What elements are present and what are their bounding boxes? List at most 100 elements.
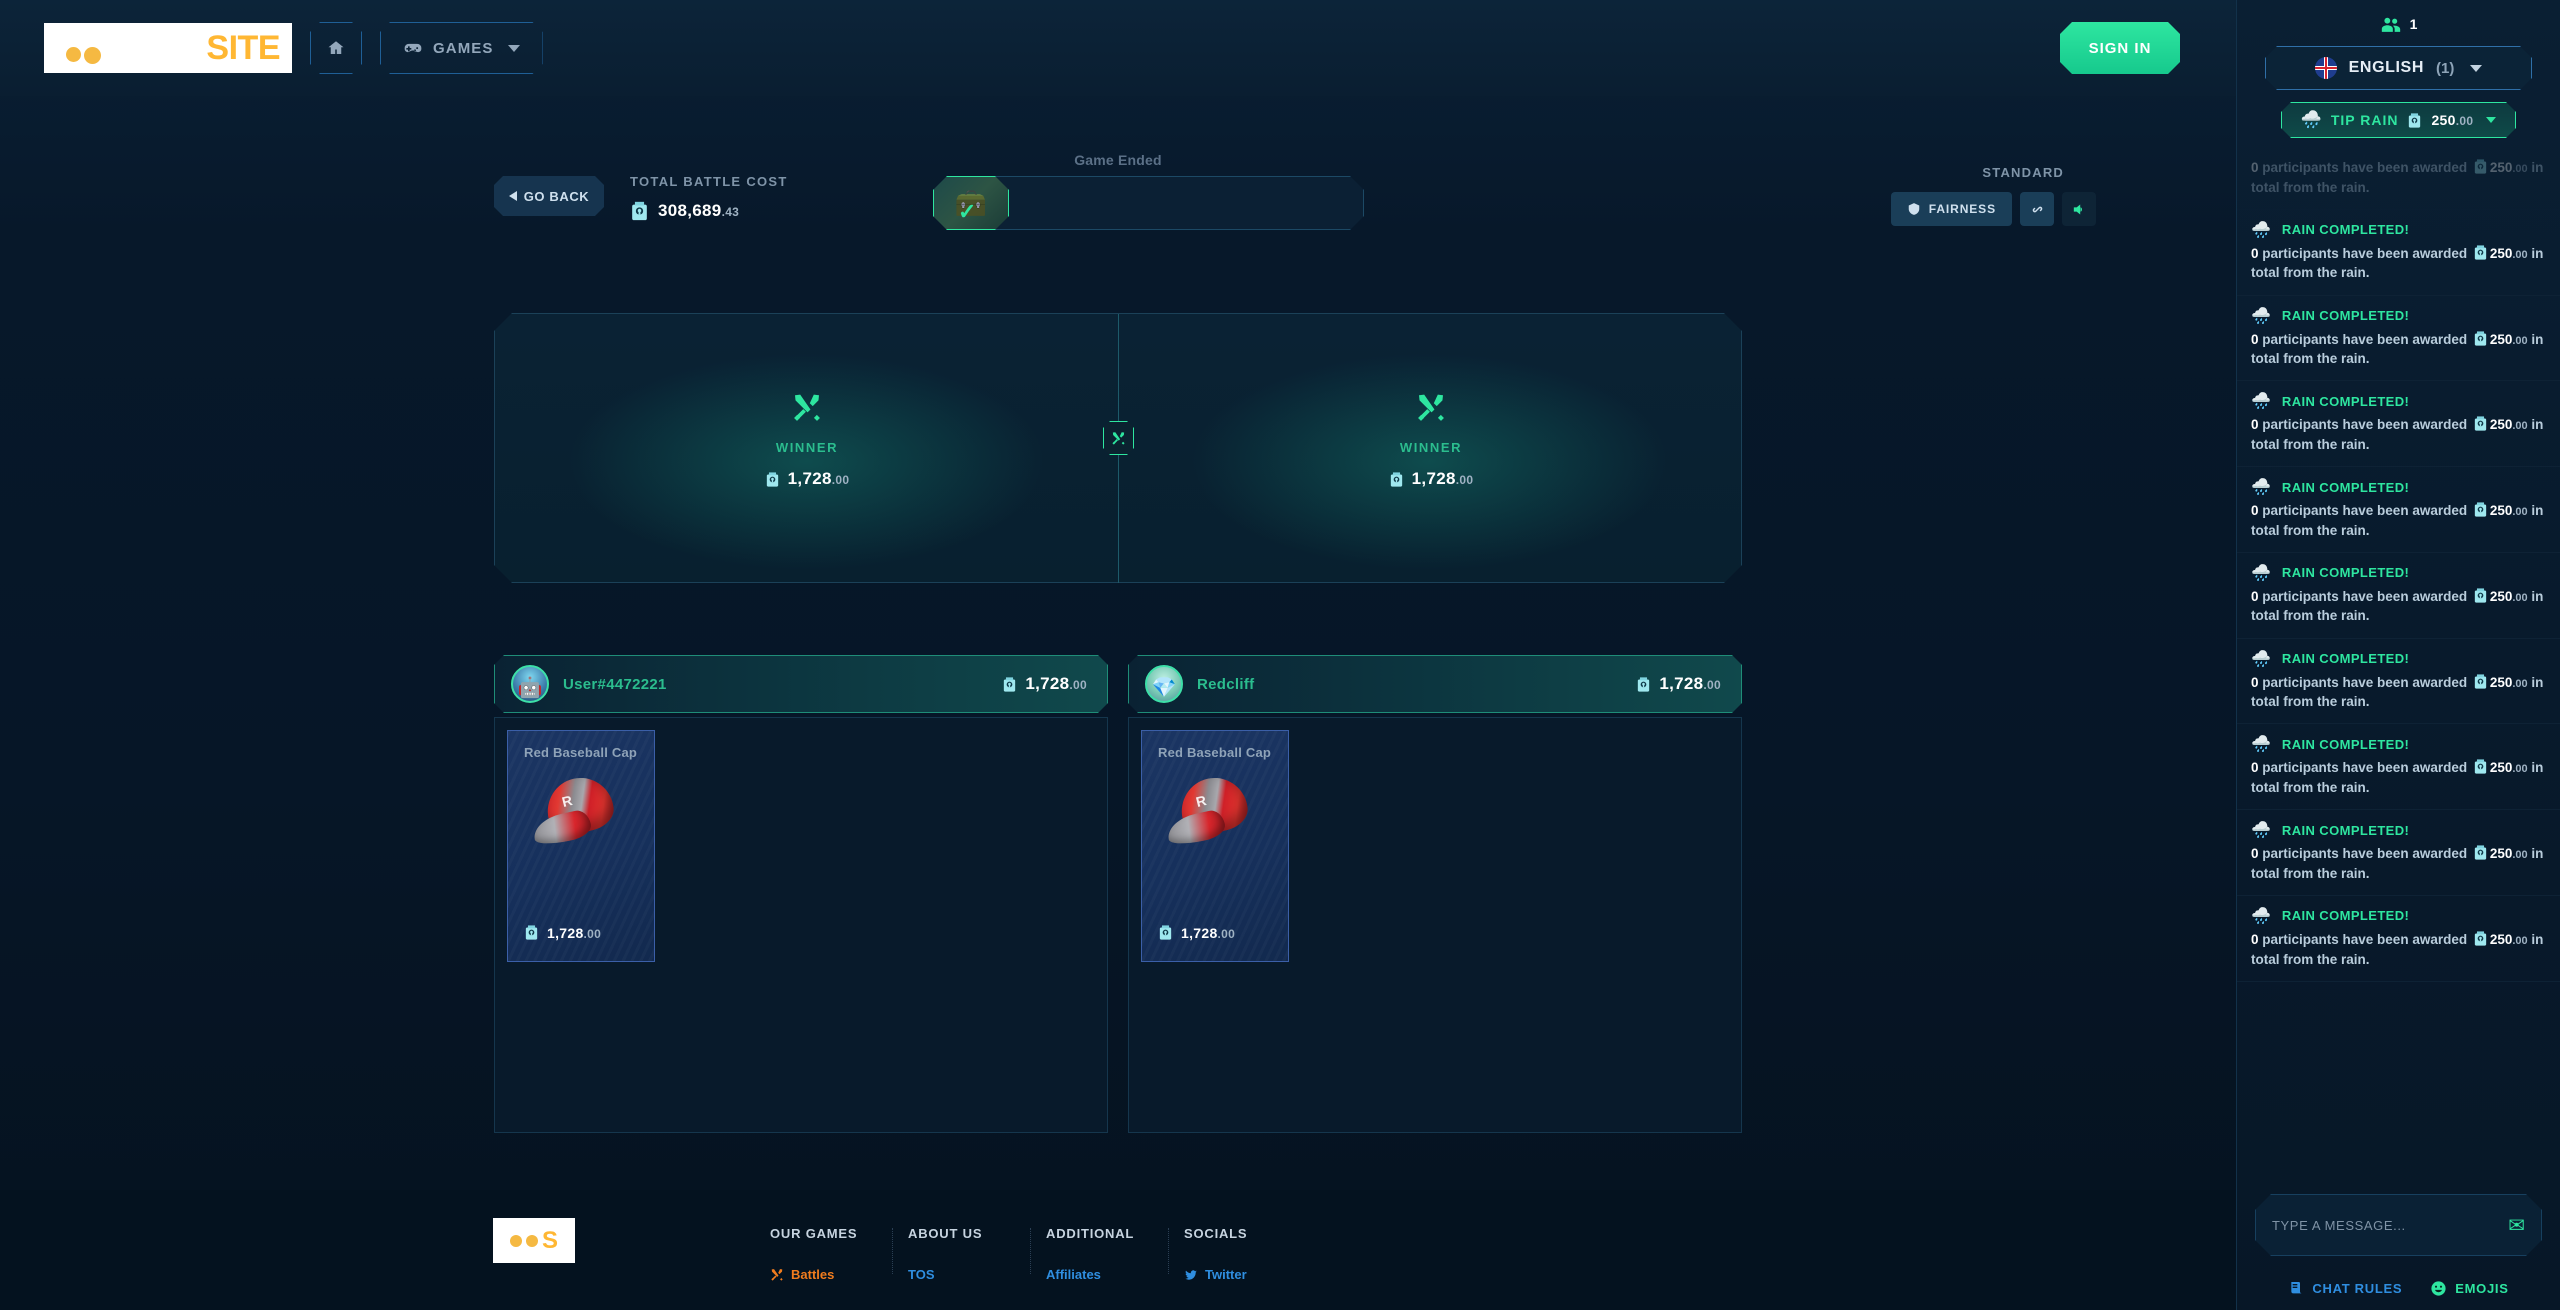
chat-message-header: 🌧️ RAIN COMPLETED! bbox=[2251, 220, 2546, 240]
chat-message-title: RAIN COMPLETED! bbox=[2281, 479, 2410, 495]
player-header[interactable]: 🤖 User#4472221 1,728.00 bbox=[494, 655, 1108, 713]
footer-link-tos[interactable]: TOS bbox=[908, 1267, 1046, 1282]
chat-message-body: 0 participants have been awarded 250.00 … bbox=[2251, 416, 2544, 452]
chat-message-input[interactable] bbox=[2272, 1218, 2508, 1233]
rain-cloud-icon: 🌧️ bbox=[2251, 564, 2271, 582]
rain-cloud-icon: 🌧️ bbox=[2251, 393, 2271, 411]
chat-rules-label: CHAT RULES bbox=[2312, 1280, 2403, 1296]
robot-avatar-icon: 🤖 bbox=[517, 677, 543, 699]
footer-columns: OUR GAMES Battles ABOUT US TOS ADDITIONA… bbox=[770, 1226, 1322, 1282]
chat-message-title: RAIN COMPLETED! bbox=[2281, 393, 2410, 409]
rain-cloud-icon: 🌧️ bbox=[2251, 736, 2271, 754]
chat-message-title: RAIN COMPLETED! bbox=[2281, 908, 2410, 924]
tip-rain-button[interactable]: 🌧️ TIP RAIN 250.00 bbox=[2281, 102, 2516, 138]
chat-message-header: 🌧️ RAIN COMPLETED! bbox=[2251, 477, 2546, 497]
chat-message-body: 0 participants have been awarded 250.00 … bbox=[2251, 245, 2544, 281]
currency-icon bbox=[2407, 112, 2422, 129]
currency-icon bbox=[2474, 588, 2487, 603]
arena-side-right: WINNER 1,728.00 bbox=[1119, 314, 1743, 584]
chat-message-title: RAIN COMPLETED! bbox=[2281, 736, 2410, 752]
language-count: (1) bbox=[2435, 59, 2455, 77]
chat-footer-actions: CHAT RULES EMOJIS bbox=[2237, 1266, 2560, 1310]
red-baseball-cap-icon: R bbox=[1164, 774, 1263, 848]
site-logo[interactable]: SITE bbox=[44, 23, 292, 73]
gamepad-icon bbox=[403, 38, 423, 58]
home-button[interactable] bbox=[310, 22, 362, 74]
currency-icon bbox=[1159, 925, 1172, 940]
avatar: 💎 bbox=[1145, 665, 1183, 703]
send-message-icon[interactable]: ✉ bbox=[2508, 1213, 2525, 1238]
chat-message-header: 🌧️ RAIN COMPLETED! bbox=[2251, 906, 2546, 926]
player-total: 1,728.00 bbox=[1002, 674, 1087, 694]
chat-message-title: RAIN COMPLETED! bbox=[2281, 222, 2410, 238]
home-icon bbox=[327, 38, 345, 58]
footer-logo[interactable]: S bbox=[493, 1218, 575, 1263]
emojis-button[interactable]: EMOJIS bbox=[2430, 1280, 2508, 1297]
footer-column-our-games: OUR GAMES Battles bbox=[770, 1226, 908, 1282]
go-back-label: GO BACK bbox=[523, 188, 590, 204]
footer-link-label: TOS bbox=[908, 1267, 935, 1282]
footer-link-battles[interactable]: Battles bbox=[770, 1267, 908, 1282]
footer-link-label: Twitter bbox=[1205, 1267, 1247, 1282]
chat-message: 🌧️ RAIN COMPLETED! 0 participants have bee… bbox=[2237, 896, 2560, 982]
shield-icon bbox=[1908, 203, 1920, 215]
game-status-label: Game Ended bbox=[1074, 152, 1162, 168]
sound-toggle-button[interactable] bbox=[2062, 192, 2096, 226]
avatar: 🤖 bbox=[511, 665, 549, 703]
chat-input-box[interactable]: ✉ bbox=[2255, 1194, 2542, 1256]
rain-cloud-icon: 🌧️ bbox=[2251, 221, 2271, 239]
games-label: GAMES bbox=[433, 39, 494, 57]
fairness-button[interactable]: FAIRNESS bbox=[1890, 192, 2012, 226]
chat-rules-button[interactable]: CHAT RULES bbox=[2288, 1280, 2402, 1296]
chevron-down-icon bbox=[2486, 117, 2496, 123]
currency-icon bbox=[2474, 674, 2487, 689]
winner-amount-right: 1,728.00 bbox=[1389, 469, 1474, 489]
currency-icon bbox=[2474, 245, 2487, 260]
currency-icon bbox=[525, 925, 538, 940]
copy-link-button[interactable] bbox=[2020, 192, 2054, 226]
total-cost-amount: 308,689.43 bbox=[658, 201, 740, 220]
chat-message-title: RAIN COMPLETED! bbox=[2281, 822, 2410, 838]
player-panels: 🤖 User#4472221 1,728.00 Red Baseball Cap bbox=[494, 655, 1742, 1133]
language-selector[interactable]: ENGLISH (1) bbox=[2265, 46, 2532, 90]
chat-message-header: 🌧️ RAIN COMPLETED! bbox=[2251, 391, 2546, 411]
chat-message-header: 🌧️ RAIN COMPLETED! bbox=[2251, 649, 2546, 669]
sign-in-button[interactable]: SIGN IN bbox=[2060, 22, 2180, 74]
check-icon: ✓ bbox=[958, 199, 977, 224]
games-dropdown-button[interactable]: GAMES bbox=[380, 22, 543, 74]
total-battle-cost-label: TOTAL BATTLE COST bbox=[630, 174, 788, 189]
chat-message-list[interactable]: 0 participants have been awarded 250.00 … bbox=[2237, 148, 2560, 1194]
currency-icon bbox=[1389, 471, 1404, 488]
currency-icon bbox=[2474, 931, 2487, 946]
battle-progress-round: 🧰 ✓ bbox=[933, 176, 1009, 230]
swords-icon bbox=[771, 1268, 783, 1281]
chat-message: 0 participants have been awarded 250.00 … bbox=[2237, 148, 2560, 210]
tip-rain-label: TIP RAIN bbox=[2330, 112, 2399, 128]
go-back-button[interactable]: GO BACK bbox=[494, 176, 604, 216]
footer-column-title: ADDITIONAL bbox=[1046, 1226, 1135, 1241]
item-card[interactable]: Red Baseball Cap R 1,728.00 bbox=[507, 730, 655, 962]
currency-icon bbox=[765, 471, 780, 488]
gem-avatar-icon: 💎 bbox=[1151, 677, 1177, 699]
player-name: Redcliff bbox=[1197, 675, 1255, 693]
chat-message-body: 0 participants have been awarded 250.00 … bbox=[2251, 330, 2544, 367]
chat-message-body: 0 participants have been awarded 250.00 … bbox=[2251, 588, 2544, 624]
item-card[interactable]: Red Baseball Cap R 1,728.00 bbox=[1141, 730, 1289, 962]
swords-icon bbox=[791, 392, 823, 424]
total-battle-cost-value: 308,689.43 bbox=[630, 200, 739, 222]
player-name: User#4472221 bbox=[563, 675, 667, 693]
player-panel: 🤖 User#4472221 1,728.00 Red Baseball Cap bbox=[494, 655, 1108, 1133]
player-header[interactable]: 💎 Redcliff 1,728.00 bbox=[1128, 655, 1742, 713]
battle-header-actions: FAIRNESS bbox=[1890, 192, 2096, 226]
chat-message: 🌧️ RAIN COMPLETED! 0 participants have bee… bbox=[2237, 296, 2560, 382]
item-name: Red Baseball Cap bbox=[524, 745, 638, 760]
player-items-grid: Red Baseball Cap R 1,728.00 bbox=[1128, 717, 1742, 1133]
chat-message: 🌧️ RAIN COMPLETED! 0 participants have bee… bbox=[2237, 210, 2560, 296]
footer-link-twitter[interactable]: Twitter bbox=[1184, 1267, 1322, 1282]
chat-message-title: RAIN COMPLETED! bbox=[2281, 308, 2410, 324]
currency-icon bbox=[632, 201, 647, 221]
top-navigation: SITE GAMES SIGN IN bbox=[0, 0, 2236, 96]
emojis-label: EMOJIS bbox=[2455, 1280, 2509, 1296]
footer-link-affiliates[interactable]: Affiliates bbox=[1046, 1267, 1184, 1282]
logo-dots-icon bbox=[66, 47, 101, 64]
